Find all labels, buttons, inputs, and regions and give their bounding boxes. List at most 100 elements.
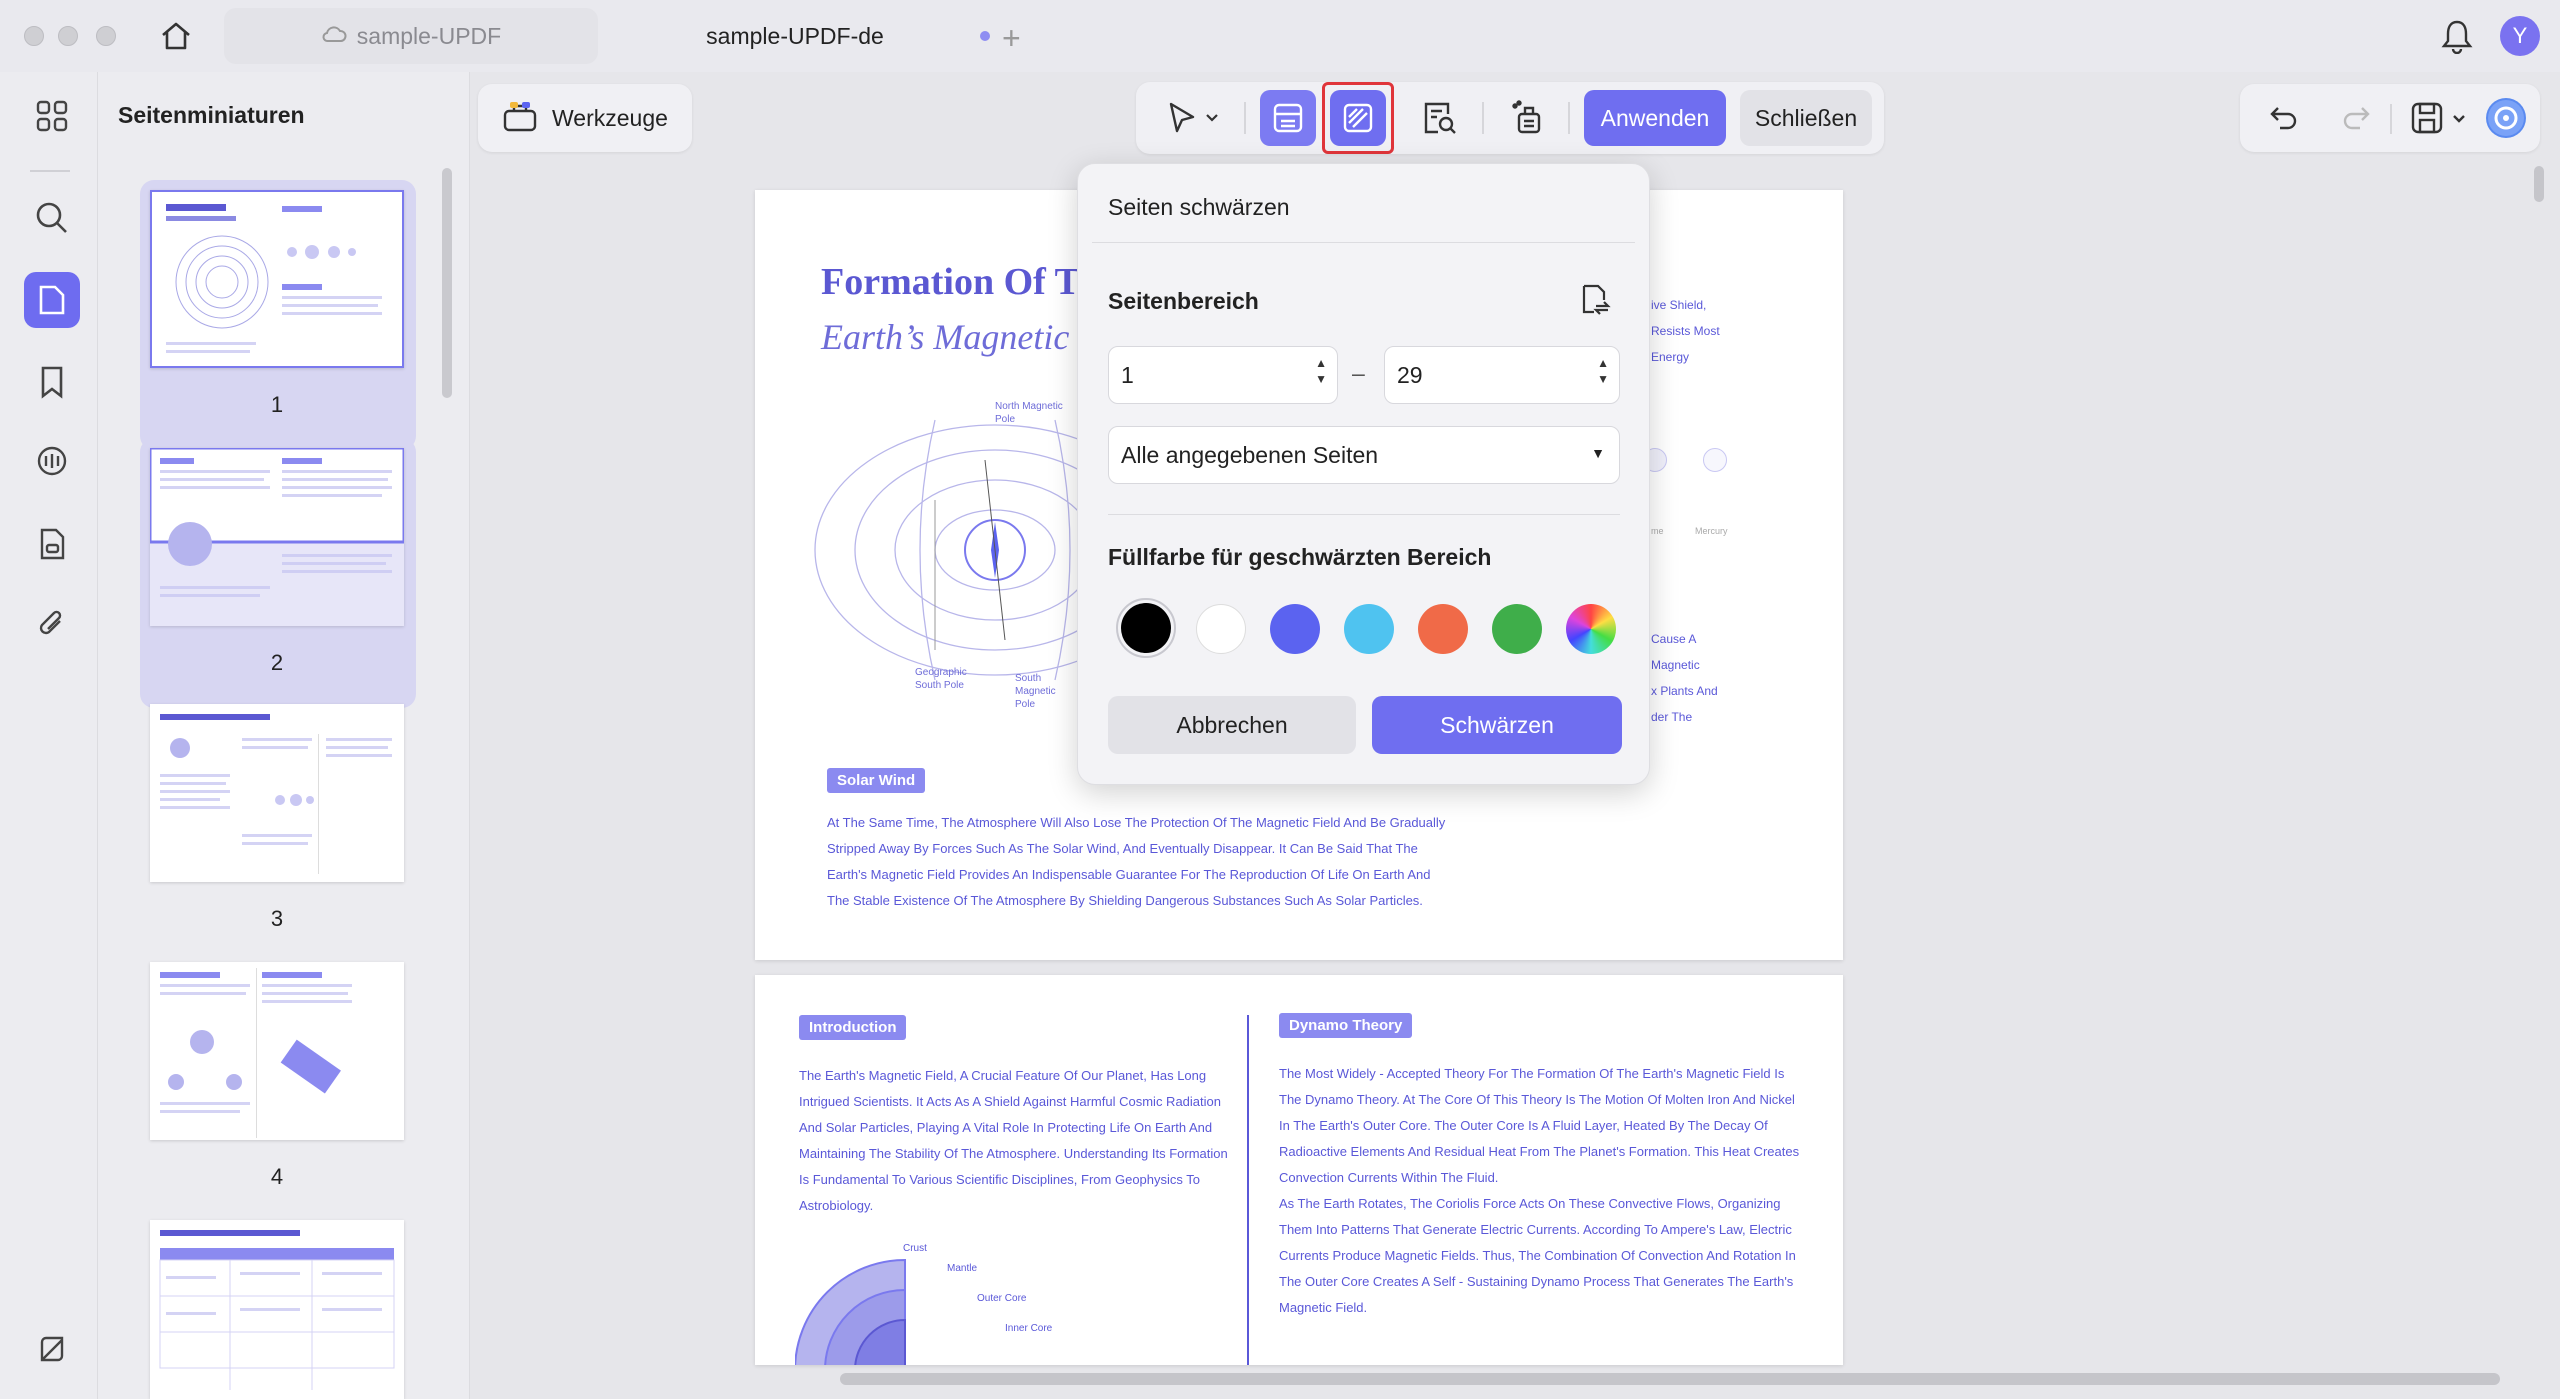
thumbnail-1[interactable]: 1 xyxy=(140,180,416,450)
page-to-input[interactable]: 29 ▲ ▼ xyxy=(1384,346,1620,404)
redo-icon[interactable] xyxy=(2340,102,2372,139)
thumbnail-page-number: 2 xyxy=(270,650,284,675)
page-from-value: 1 xyxy=(1121,361,1134,388)
swatch-light-blue[interactable] xyxy=(1344,604,1394,654)
chevron-down-icon: ▼ xyxy=(1591,445,1605,461)
popup-title: Seiten schwärzen xyxy=(1108,194,1290,220)
search-redact-button[interactable] xyxy=(1412,90,1468,146)
save-icon[interactable] xyxy=(2410,100,2468,141)
geographic-south-label: Geographic South Pole xyxy=(915,667,967,691)
comment-icon[interactable] xyxy=(24,434,80,490)
cloud-icon xyxy=(321,23,347,50)
sanitize-button[interactable] xyxy=(1500,90,1556,146)
swatch-green[interactable] xyxy=(1492,604,1542,654)
swatch-black[interactable] xyxy=(1116,598,1176,658)
minimize-window-button[interactable] xyxy=(58,26,78,46)
tab-label: sample-UPDF-de xyxy=(706,22,884,49)
panel-scrollbar[interactable] xyxy=(442,168,452,398)
thumbnail-5[interactable] xyxy=(150,1220,406,1399)
thumbnail-3[interactable]: 3 xyxy=(150,704,406,954)
column-divider xyxy=(1247,1015,1249,1365)
new-tab-button[interactable]: + xyxy=(1002,20,1021,57)
bell-icon[interactable] xyxy=(2440,18,2474,59)
stepper-icon[interactable]: ▲ ▼ xyxy=(1315,355,1327,387)
canvas-vertical-scrollbar[interactable] xyxy=(2534,166,2544,202)
redact-toolbar: Anwenden Schließen xyxy=(1136,82,1884,154)
tab-sample-updf-de[interactable]: sample-UPDF-de xyxy=(600,8,990,64)
thumbnail-4[interactable]: 4 xyxy=(150,962,406,1212)
panel-title: Seitenminiaturen xyxy=(118,102,305,128)
south-magnetic-label: South Magnetic Pole xyxy=(1015,673,1056,710)
popup-divider xyxy=(1108,514,1620,515)
planet-icon xyxy=(1703,448,1727,472)
toolbar-divider xyxy=(2390,104,2392,134)
solar-wind-body: At The Same Time, The Atmosphere Will Al… xyxy=(827,815,1446,908)
redact-area-button[interactable] xyxy=(1260,90,1316,146)
zoom-window-button[interactable] xyxy=(96,26,116,46)
close-button[interactable]: Schließen xyxy=(1740,90,1872,146)
planet-label: Mercury xyxy=(1695,526,1728,536)
canvas-horizontal-scrollbar[interactable] xyxy=(840,1373,2500,1385)
toolbar-divider xyxy=(1482,102,1484,134)
tools-button[interactable]: Werkzeuge xyxy=(478,84,692,152)
swatch-white[interactable] xyxy=(1196,604,1246,654)
left-rail xyxy=(0,72,98,1399)
thumbnail-2[interactable]: 2 xyxy=(140,438,416,708)
search-icon[interactable] xyxy=(24,190,80,246)
north-pole-label: North Magnetic Pole xyxy=(995,401,1063,425)
swatch-blue[interactable] xyxy=(1270,604,1320,654)
close-window-button[interactable] xyxy=(24,26,44,46)
toolbar-divider xyxy=(1244,102,1246,134)
tools-label: Werkzeuge xyxy=(552,104,668,131)
thumbnail-page-number: 1 xyxy=(270,392,284,417)
page-subset-value: Alle angegebenen Seiten xyxy=(1121,441,1379,468)
swatch-orange[interactable] xyxy=(1418,604,1468,654)
swatch-custom-color[interactable] xyxy=(1566,604,1616,654)
layer-label-inner-core: Inner Core xyxy=(1005,1323,1053,1334)
tab-sample-updf[interactable]: sample-UPDF xyxy=(224,8,598,64)
right-toolbar xyxy=(2240,84,2540,152)
title-bar: sample-UPDF sample-UPDF-de + Y xyxy=(0,0,2560,72)
select-tool-button[interactable] xyxy=(1160,90,1230,146)
ai-assistant-icon[interactable] xyxy=(2486,98,2526,138)
toolbox-icon xyxy=(502,99,538,138)
thumbnail-page-preview xyxy=(150,1220,404,1399)
thumbnail-page-preview xyxy=(150,448,404,626)
theme-icon[interactable] xyxy=(24,1322,80,1378)
page-title-line1: Formation Of T xyxy=(821,261,1080,303)
bookmark-icon[interactable] xyxy=(24,354,80,410)
toolbar-divider xyxy=(1568,102,1570,134)
right-column-text-2: Cause A Magnetic x Plants And der The xyxy=(1651,632,1718,724)
thumbnail-panel: Seitenminiaturen 1 2 3 4 xyxy=(98,72,470,1399)
solar-wind-heading: Solar Wind xyxy=(827,768,926,793)
redact-pages-popup: Seiten schwärzen Seitenbereich 1 ▲ ▼ – 29… xyxy=(1077,163,1650,785)
redact-pages-button[interactable] xyxy=(1330,90,1386,146)
grid-icon[interactable] xyxy=(24,88,80,144)
redact-confirm-button[interactable]: Schwärzen xyxy=(1372,696,1622,754)
unsaved-dot-icon xyxy=(980,31,990,41)
introduction-heading: Introduction xyxy=(799,1015,907,1040)
apply-button[interactable]: Anwenden xyxy=(1584,90,1726,146)
page-subset-select[interactable]: Alle angegebenen Seiten ▼ xyxy=(1108,426,1620,484)
introduction-body: The Earth's Magnetic Field, A Crucial Fe… xyxy=(799,1068,1228,1213)
thumbnail-page-number: 4 xyxy=(270,1164,284,1189)
undo-icon[interactable] xyxy=(2268,102,2300,139)
pdf-page-2: Introduction The Earth's Magnetic Field,… xyxy=(755,975,1843,1365)
page-to-value: 29 xyxy=(1397,361,1423,388)
page-range-swap-icon[interactable] xyxy=(1576,282,1612,323)
planet-label: me xyxy=(1651,526,1664,536)
stepper-icon[interactable]: ▲ ▼ xyxy=(1597,355,1609,387)
page-from-input[interactable]: 1 ▲ ▼ xyxy=(1108,346,1338,404)
avatar[interactable]: Y xyxy=(2500,16,2540,56)
right-column-text: ive Shield, Resists Most Energy xyxy=(1651,298,1720,364)
tab-label: sample-UPDF xyxy=(356,22,502,49)
home-icon[interactable] xyxy=(158,18,194,54)
earth-layers-diagram xyxy=(795,1258,906,1365)
page-thumbnails-icon[interactable] xyxy=(24,272,80,328)
thumbnail-page-preview xyxy=(150,962,404,1140)
layer-label-mantle: Mantle xyxy=(947,1263,978,1274)
attachment-icon[interactable] xyxy=(24,596,80,652)
document-stack-icon[interactable] xyxy=(24,516,80,572)
cancel-button[interactable]: Abbrechen xyxy=(1108,696,1356,754)
fill-color-label: Füllfarbe für geschwärzten Bereich xyxy=(1108,544,1492,570)
